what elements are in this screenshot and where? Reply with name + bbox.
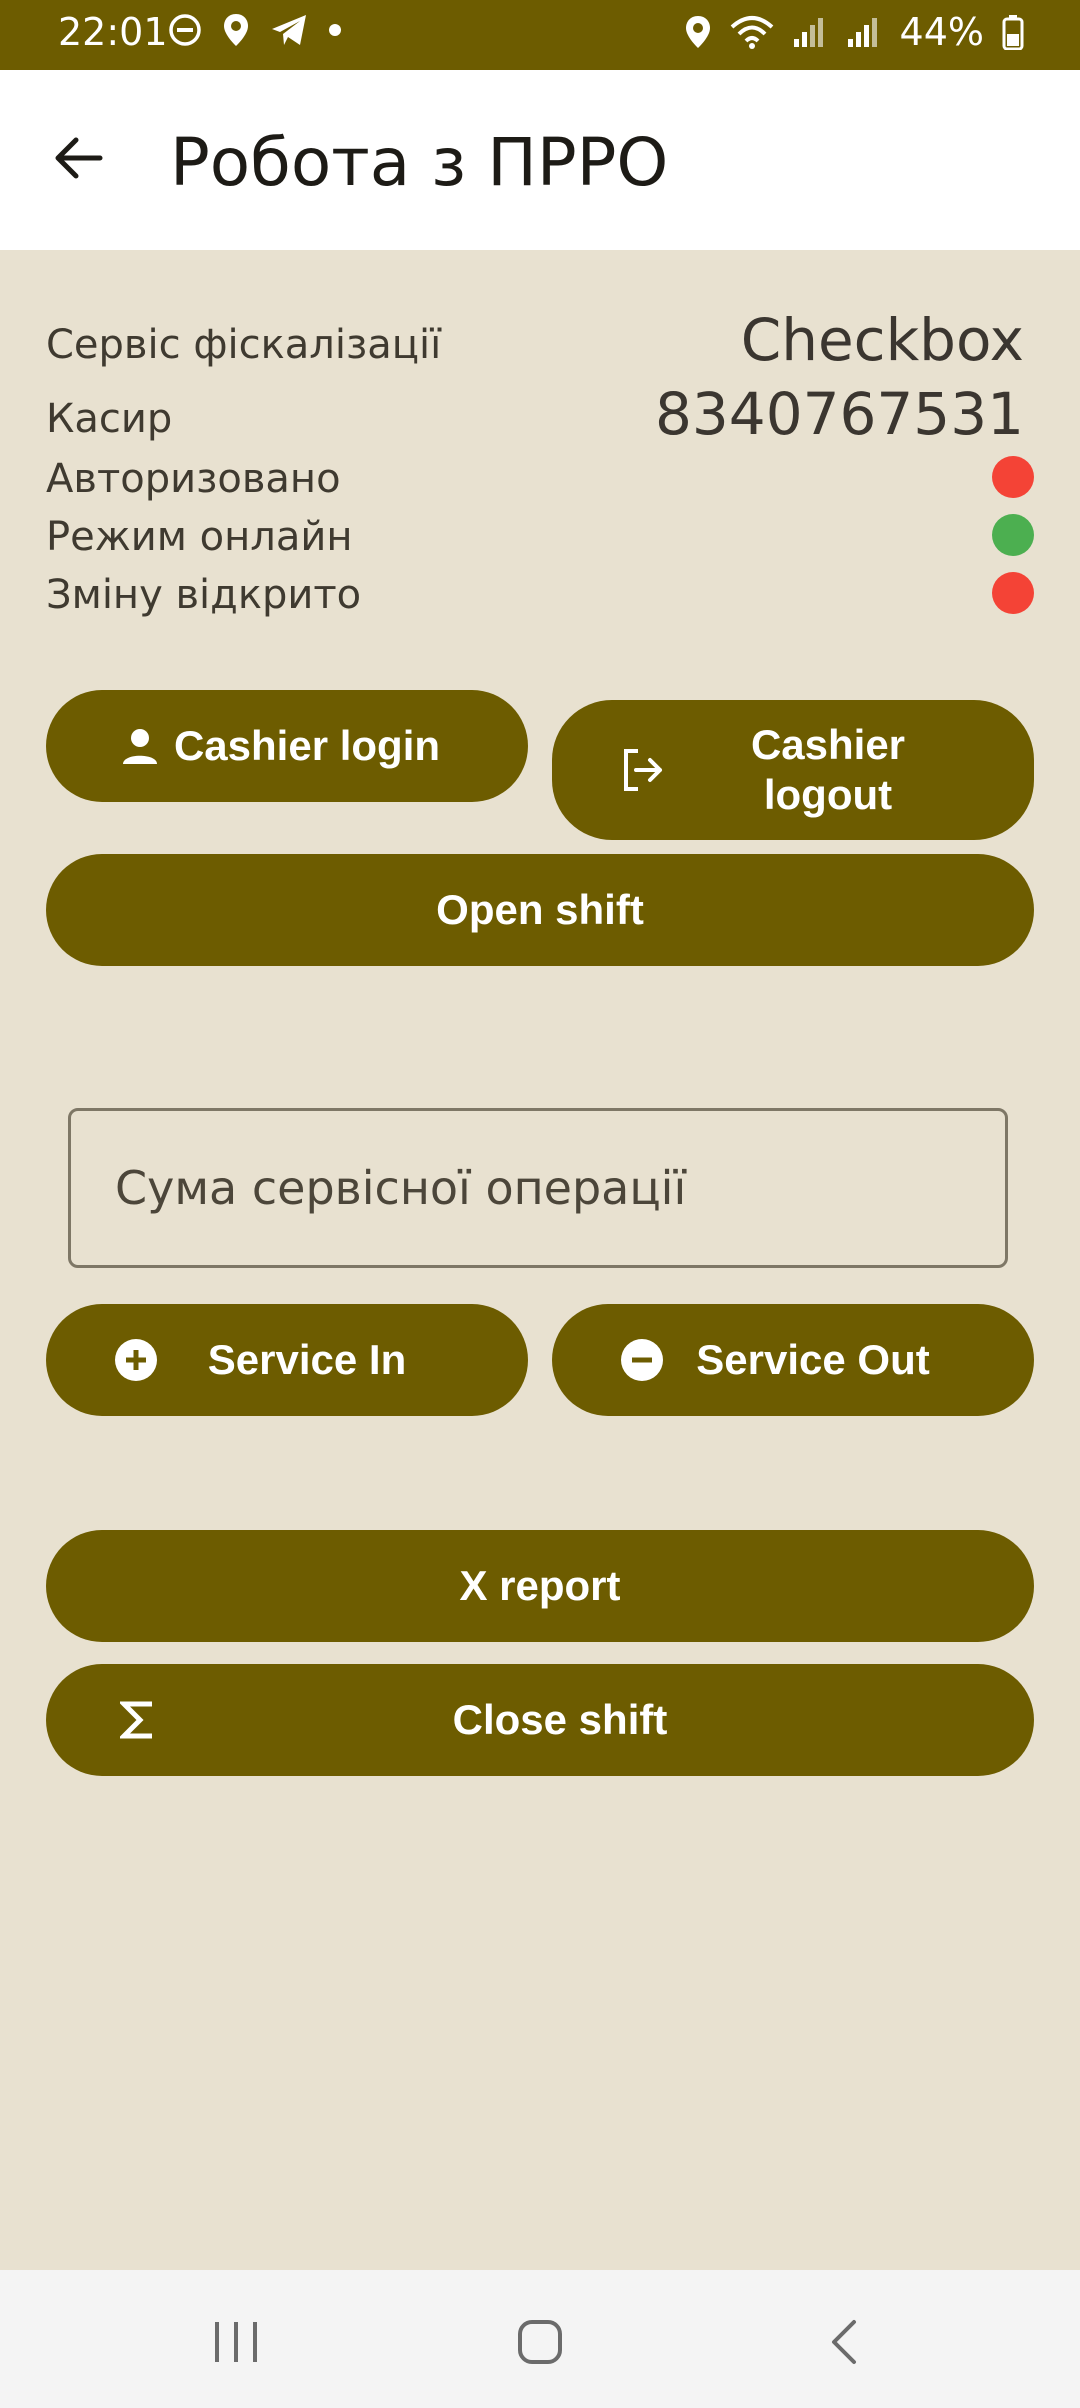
service-label: Сервіс фіскалізації xyxy=(46,322,442,368)
telegram-icon xyxy=(270,13,308,47)
minus-circle-icon xyxy=(620,1338,664,1382)
signal-icon xyxy=(846,15,882,49)
status-right-icons: 44% xyxy=(684,10,1024,54)
signal-roaming-icon xyxy=(792,15,828,49)
service-row: Сервіс фіскалізації Checkbox xyxy=(46,306,1034,380)
sigma-icon xyxy=(120,1700,156,1740)
status-left-icons xyxy=(168,12,342,48)
dot-icon xyxy=(328,23,342,37)
open-shift-button[interactable]: Open shift xyxy=(46,854,1034,966)
x-report-button[interactable]: X report xyxy=(46,1530,1034,1642)
service-in-button[interactable]: Service In xyxy=(46,1304,528,1416)
cashier-value: 8340767531 xyxy=(654,380,1024,448)
open-shift-label: Open shift xyxy=(436,886,644,933)
close-shift-label: Close shift xyxy=(452,1696,668,1743)
battery-icon xyxy=(1002,14,1024,50)
status-time: 22:01 xyxy=(58,10,168,54)
location-icon xyxy=(684,14,712,50)
location-icon xyxy=(222,12,250,48)
cashier-login-label: Cashier login xyxy=(173,722,441,769)
main-content: Сервіс фіскалізації Checkbox Касир 83407… xyxy=(0,250,1080,2270)
authorized-status-dot xyxy=(992,456,1034,498)
cashier-logout-button[interactable]: Cashier logout xyxy=(552,700,1034,840)
navigation-bar xyxy=(0,2270,1080,2408)
person-icon xyxy=(120,726,160,766)
plus-circle-icon xyxy=(114,1338,158,1382)
online-label: Режим онлайн xyxy=(46,514,353,560)
authorized-label: Авторизовано xyxy=(46,456,341,502)
cashier-logout-label: Cashier logout xyxy=(750,721,906,818)
cashier-label: Касир xyxy=(46,396,173,442)
shift-status-dot xyxy=(992,572,1034,614)
nav-back-button[interactable] xyxy=(814,2318,874,2366)
shift-row: Зміну відкрито xyxy=(46,566,1034,624)
arrow-left-icon xyxy=(55,137,103,179)
home-button[interactable] xyxy=(510,2318,570,2366)
logout-icon xyxy=(620,747,666,793)
status-bar: 22:01 44% xyxy=(0,0,1080,70)
back-button[interactable] xyxy=(42,122,114,194)
page-title: Робота з ПРРО xyxy=(170,124,669,201)
authorized-row: Авторизовано xyxy=(46,450,1034,508)
cashier-row: Касир 8340767531 xyxy=(46,380,1034,456)
service-in-label: Service In xyxy=(207,1336,407,1383)
service-out-button[interactable]: Service Out xyxy=(552,1304,1034,1416)
close-shift-button[interactable]: Close shift xyxy=(46,1664,1034,1776)
wifi-icon xyxy=(730,15,774,49)
cashier-login-button[interactable]: Cashier login xyxy=(46,690,528,802)
online-status-dot xyxy=(992,514,1034,556)
service-amount-input[interactable] xyxy=(68,1108,1008,1268)
battery-percent: 44% xyxy=(899,10,984,54)
service-value: Checkbox xyxy=(740,306,1024,374)
recent-apps-icon xyxy=(215,2322,257,2362)
chevron-left-icon xyxy=(832,2320,856,2364)
service-out-label: Service Out xyxy=(696,1336,930,1383)
x-report-label: X report xyxy=(459,1562,621,1609)
online-row: Режим онлайн xyxy=(46,508,1034,566)
shift-label: Зміну відкрито xyxy=(46,572,362,618)
recent-apps-button[interactable] xyxy=(206,2318,266,2366)
home-icon xyxy=(518,2320,562,2364)
app-bar: Робота з ПРРО xyxy=(0,70,1080,250)
do-not-disturb-icon xyxy=(168,13,202,47)
